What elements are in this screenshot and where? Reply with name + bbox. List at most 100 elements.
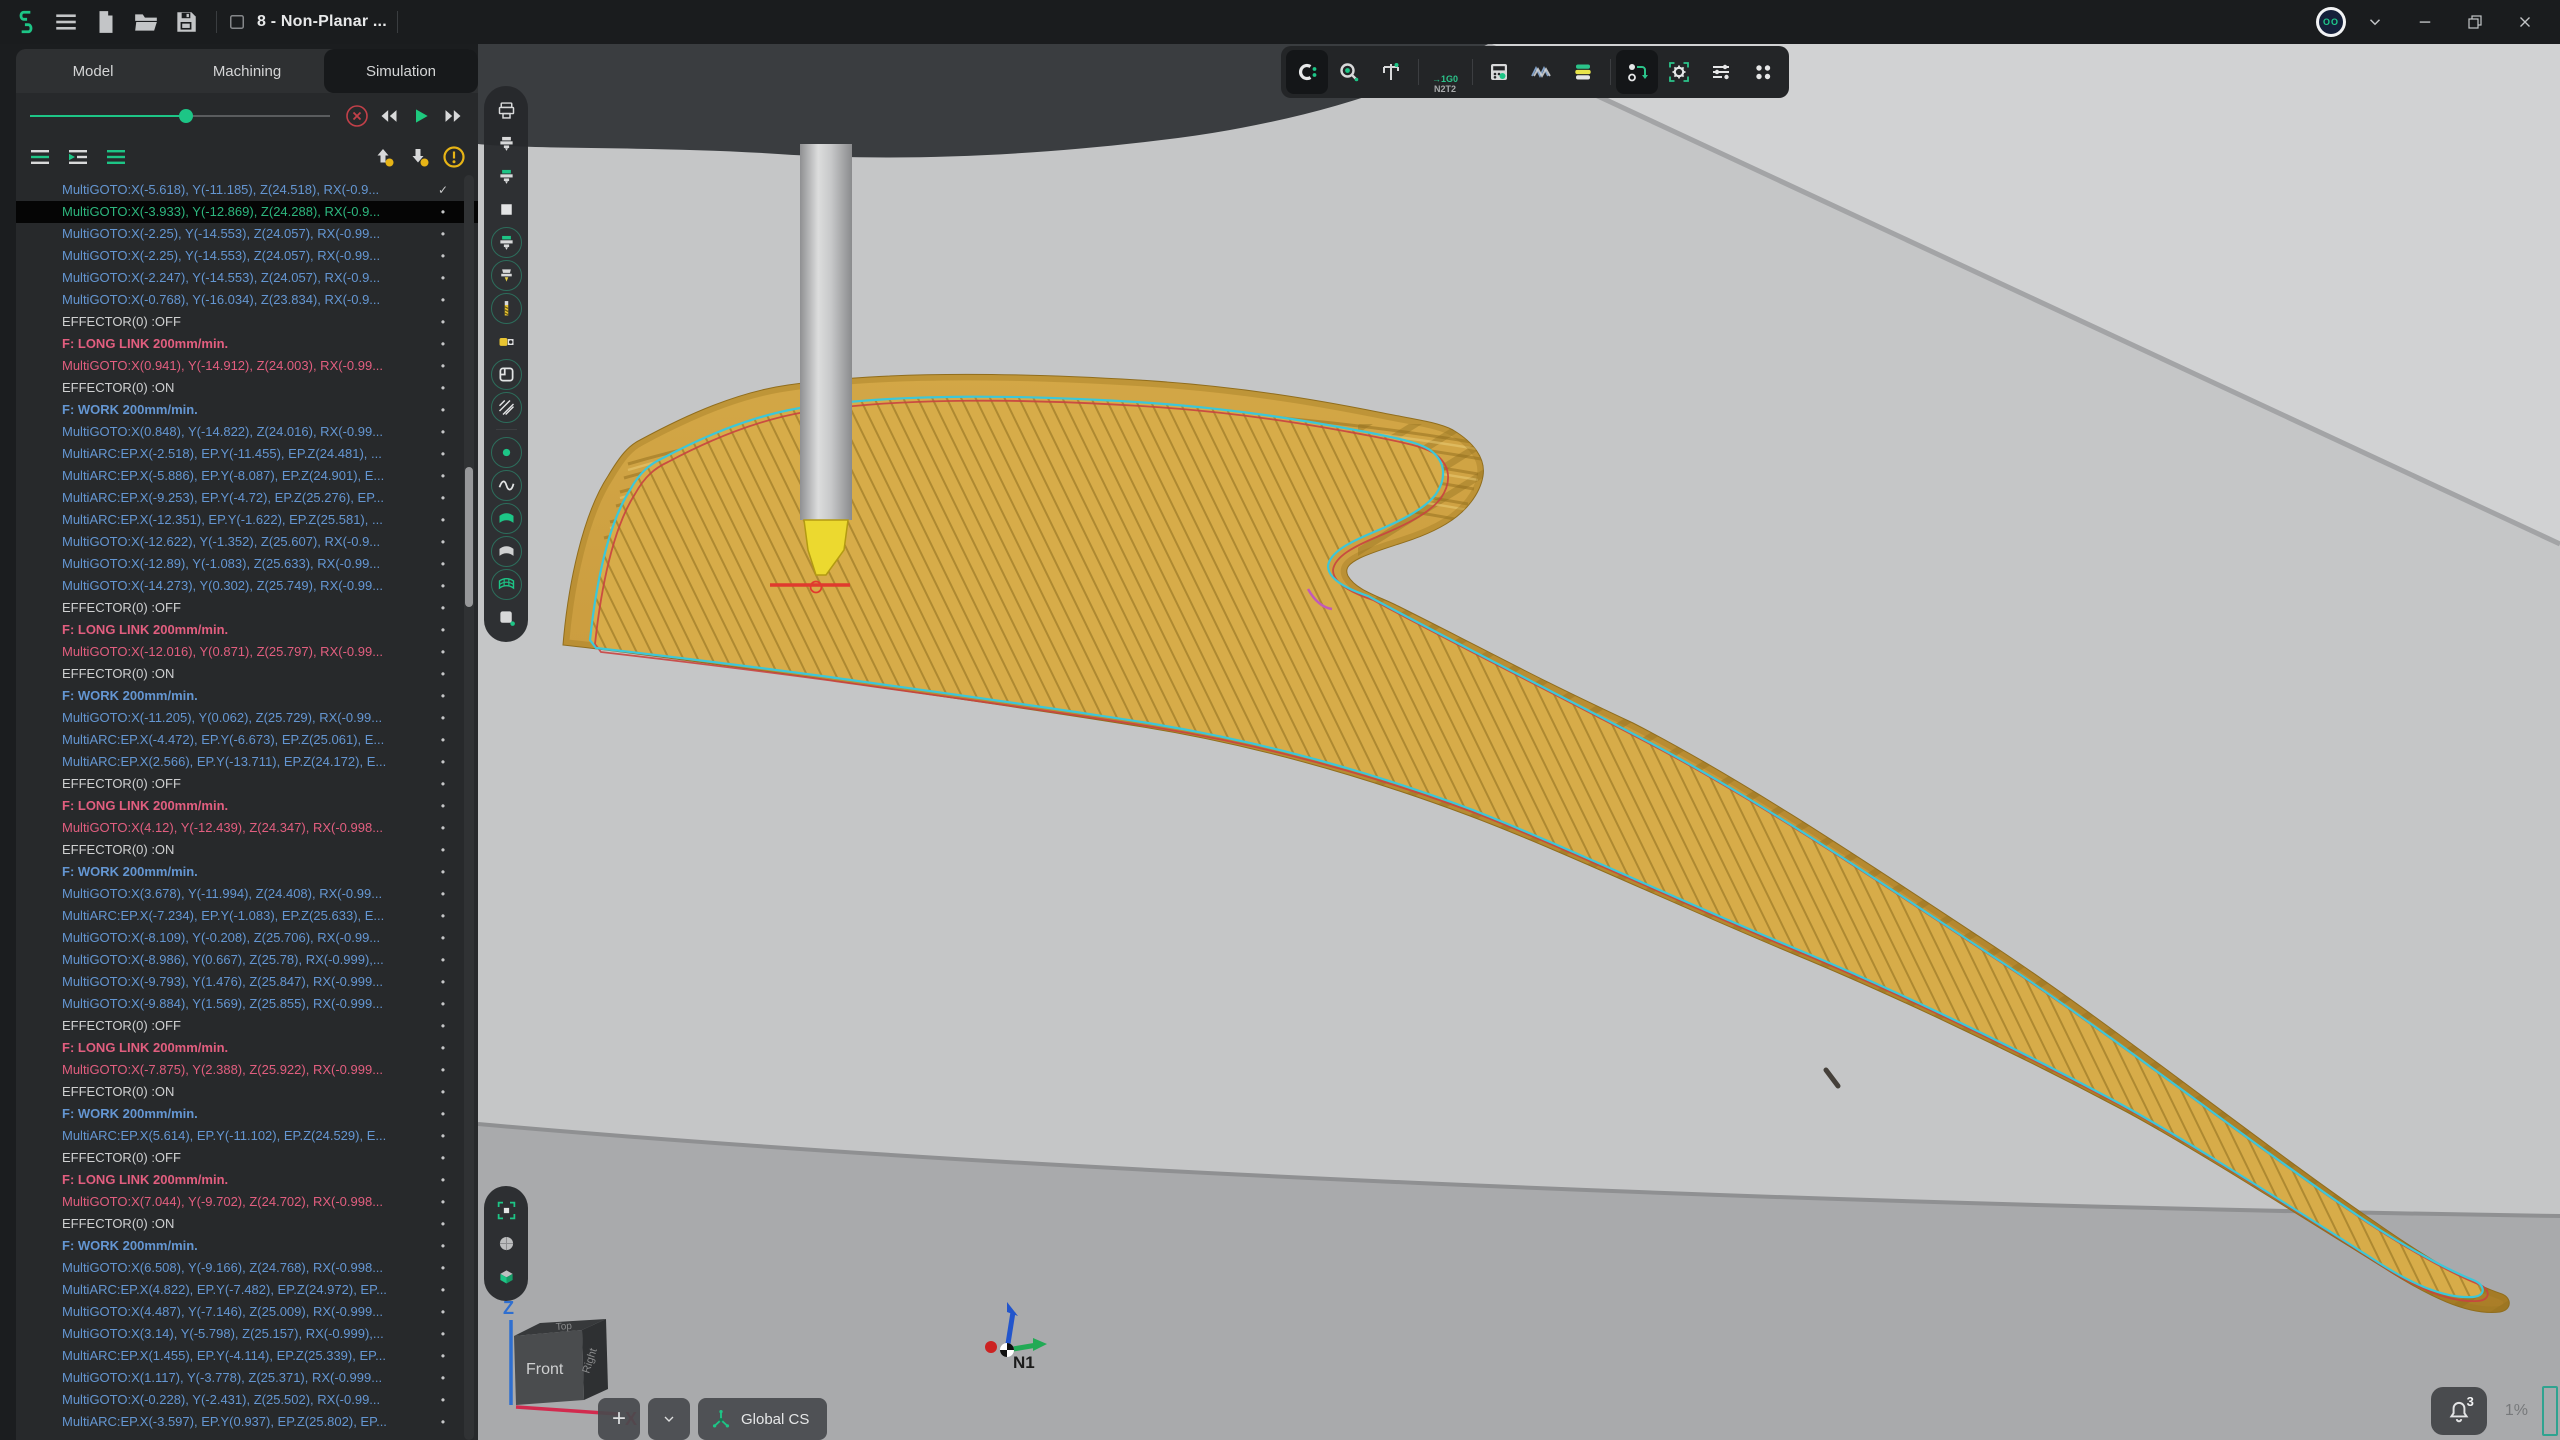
- gcode-row[interactable]: MultiGOTO:X(-2.247), Y(-14.553), Z(24.05…: [16, 267, 478, 289]
- toolbar-button[interactable]: [1700, 50, 1742, 94]
- toolbar-button[interactable]: [1616, 50, 1658, 94]
- rewind-button[interactable]: [374, 101, 404, 131]
- display-toggle-button[interactable]: [490, 502, 523, 535]
- coordinate-system-dropdown-button[interactable]: [648, 1398, 690, 1440]
- list-view-icon[interactable]: [28, 145, 52, 169]
- play-button[interactable]: [406, 101, 436, 131]
- display-toggle-button[interactable]: [490, 259, 523, 292]
- tab-machining[interactable]: Machining: [170, 49, 324, 93]
- toolbar-button[interactable]: [1658, 50, 1700, 94]
- gcode-row[interactable]: MultiARC:EP.X(-7.234), EP.Y(-1.083), EP.…: [16, 905, 478, 927]
- gcode-row[interactable]: EFFECTOR(0) :ON •: [16, 663, 478, 685]
- toolbar-button[interactable]: [1520, 50, 1562, 94]
- account-chevron-button[interactable]: [2354, 2, 2396, 42]
- gcode-row[interactable]: F: LONG LINK 200mm/min. •: [16, 1169, 478, 1191]
- gcode-row[interactable]: EFFECTOR(0) :ON •: [16, 1213, 478, 1235]
- gcode-scrollbar[interactable]: [464, 175, 474, 1440]
- gcode-row[interactable]: F: WORK 200mm/min. •: [16, 861, 478, 883]
- toolbar-button[interactable]: [1478, 50, 1520, 94]
- gcode-row[interactable]: MultiGOTO:X(1.117), Y(-3.778), Z(25.371)…: [16, 1367, 478, 1389]
- gcode-row[interactable]: MultiGOTO:X(3.678), Y(-11.994), Z(24.408…: [16, 883, 478, 905]
- tab-model[interactable]: Model: [16, 49, 170, 93]
- display-toggle-button[interactable]: [490, 94, 523, 127]
- gcode-row[interactable]: EFFECTOR(0) :OFF •: [16, 1015, 478, 1037]
- warnings-icon[interactable]: [442, 145, 466, 169]
- display-toggle-button[interactable]: [490, 424, 523, 436]
- display-toggle-button[interactable]: [490, 601, 523, 634]
- close-button[interactable]: [2504, 2, 2546, 42]
- gcode-row[interactable]: EFFECTOR(0) :OFF •: [16, 1147, 478, 1169]
- gcode-row[interactable]: MultiGOTO:X(-8.986), Y(0.667), Z(25.78),…: [16, 949, 478, 971]
- display-toggle-button[interactable]: [490, 535, 523, 568]
- view-tool-button[interactable]: [490, 1227, 523, 1260]
- tab-simulation[interactable]: Simulation: [324, 49, 478, 93]
- display-toggle-button[interactable]: [490, 160, 523, 193]
- toolbar-button[interactable]: [1742, 50, 1784, 94]
- open-file-button[interactable]: [126, 2, 166, 42]
- gcode-row[interactable]: MultiARC:EP.X(-2.518), EP.Y(-11.455), EP…: [16, 443, 478, 465]
- next-warning-icon[interactable]: [407, 145, 431, 169]
- coordinate-system-selector[interactable]: Global CS: [698, 1398, 827, 1440]
- display-toggle-button[interactable]: [490, 568, 523, 601]
- gcode-row[interactable]: MultiARC:EP.X(2.566), EP.Y(-13.711), EP.…: [16, 751, 478, 773]
- display-toggle-button[interactable]: [490, 469, 523, 502]
- gcode-row[interactable]: MultiGOTO:X(-7.875), Y(2.388), Z(25.922)…: [16, 1059, 478, 1081]
- toolbar-button[interactable]: [1328, 50, 1370, 94]
- gcode-row[interactable]: MultiARC:EP.X(-12.351), EP.Y(-1.622), EP…: [16, 509, 478, 531]
- gcode-row[interactable]: MultiGOTO:X(3.14), Y(-5.798), Z(25.157),…: [16, 1323, 478, 1345]
- gcode-row[interactable]: MultiGOTO:X(4.12), Y(-12.439), Z(24.347)…: [16, 817, 478, 839]
- gcode-row[interactable]: MultiGOTO:X(0.848), Y(-14.822), Z(24.016…: [16, 421, 478, 443]
- display-toggle-button[interactable]: [490, 127, 523, 160]
- gcode-row[interactable]: MultiGOTO:X(-0.768), Y(-16.034), Z(23.83…: [16, 289, 478, 311]
- gcode-row[interactable]: EFFECTOR(0) :ON •: [16, 1081, 478, 1103]
- gcode-row[interactable]: MultiGOTO:X(-3.933), Y(-12.869), Z(24.28…: [16, 201, 478, 223]
- main-menu-button[interactable]: [46, 2, 86, 42]
- display-toggle-button[interactable]: [490, 391, 523, 424]
- fast-forward-button[interactable]: [438, 101, 468, 131]
- filter-lines-icon[interactable]: [104, 145, 128, 169]
- gcode-row[interactable]: MultiGOTO:X(-5.618), Y(-11.185), Z(24.51…: [16, 179, 478, 201]
- restore-button[interactable]: [2454, 2, 2496, 42]
- gcode-row[interactable]: MultiARC:EP.X(-4.472), EP.Y(-6.673), EP.…: [16, 729, 478, 751]
- gcode-row[interactable]: MultiGOTO:X(-11.205), Y(0.062), Z(25.729…: [16, 707, 478, 729]
- gcode-row[interactable]: MultiGOTO:X(-9.884), Y(1.569), Z(25.855)…: [16, 993, 478, 1015]
- notifications-button[interactable]: 3: [2431, 1387, 2487, 1435]
- gcode-row[interactable]: EFFECTOR(0) :OFF •: [16, 311, 478, 333]
- display-toggle-button[interactable]: [490, 193, 523, 226]
- gcode-row[interactable]: F: WORK 200mm/min. •: [16, 685, 478, 707]
- gcode-row[interactable]: MultiGOTO:X(-0.228), Y(-2.431), Z(25.502…: [16, 1389, 478, 1411]
- viewport-3d[interactable]: N1 Front Top Right Z X: [478, 44, 2560, 1440]
- document-tab[interactable]: 8 - Non-Planar ...: [227, 12, 387, 32]
- gcode-row[interactable]: F: LONG LINK 200mm/min. •: [16, 333, 478, 355]
- gcode-row[interactable]: F: LONG LINK 200mm/min. •: [16, 619, 478, 641]
- toolbar-button[interactable]: [1562, 50, 1604, 94]
- side-panel-handle[interactable]: [2542, 1386, 2558, 1436]
- gcode-row[interactable]: MultiGOTO:X(0.941), Y(-14.912), Z(24.003…: [16, 355, 478, 377]
- add-coordinate-system-button[interactable]: +: [598, 1398, 640, 1440]
- previous-warning-icon[interactable]: [372, 145, 396, 169]
- gcode-row[interactable]: MultiGOTO:X(-2.25), Y(-14.553), Z(24.057…: [16, 245, 478, 267]
- gcode-row[interactable]: F: LONG LINK 200mm/min. •: [16, 795, 478, 817]
- display-toggle-button[interactable]: [490, 325, 523, 358]
- minimize-button[interactable]: [2404, 2, 2446, 42]
- gcode-row[interactable]: F: WORK 200mm/min. •: [16, 1103, 478, 1125]
- gcode-row[interactable]: MultiARC:EP.X(-9.253), EP.Y(-4.72), EP.Z…: [16, 487, 478, 509]
- display-toggle-button[interactable]: [490, 358, 523, 391]
- gcode-row[interactable]: F: LONG LINK 200mm/min. •: [16, 1037, 478, 1059]
- display-toggle-button[interactable]: [490, 292, 523, 325]
- simulation-progress-slider[interactable]: [30, 109, 330, 123]
- save-button[interactable]: [166, 2, 206, 42]
- gcode-row[interactable]: MultiGOTO:X(-12.016), Y(0.871), Z(25.797…: [16, 641, 478, 663]
- toolbar-button[interactable]: →1G0N2T2: [1424, 50, 1466, 94]
- gcode-row[interactable]: MultiGOTO:X(4.487), Y(-7.146), Z(25.009)…: [16, 1301, 478, 1323]
- slider-thumb[interactable]: [179, 109, 193, 123]
- display-toggle-button[interactable]: [490, 436, 523, 469]
- gcode-row[interactable]: MultiARC:EP.X(4.822), EP.Y(-7.482), EP.Z…: [16, 1279, 478, 1301]
- gcode-row[interactable]: F: WORK 200mm/min. •: [16, 399, 478, 421]
- toolbar-button[interactable]: [1370, 50, 1412, 94]
- gcode-row[interactable]: MultiARC:EP.X(-5.886), EP.Y(-8.087), EP.…: [16, 465, 478, 487]
- follow-current-line-icon[interactable]: [66, 145, 90, 169]
- view-tool-button[interactable]: [490, 1260, 523, 1293]
- scrollbar-thumb[interactable]: [465, 467, 473, 607]
- gcode-row[interactable]: MultiARC:EP.X(-3.597), EP.Y(0.937), EP.Z…: [16, 1411, 478, 1433]
